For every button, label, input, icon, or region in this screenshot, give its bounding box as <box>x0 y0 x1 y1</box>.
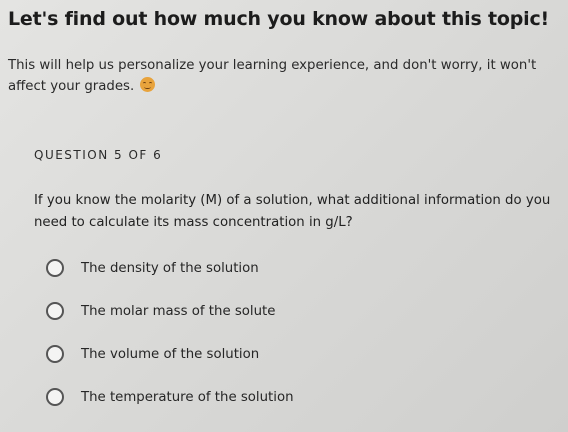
answer-option-density[interactable]: The density of the solution <box>46 257 259 279</box>
answer-option-label: The volume of the solution <box>81 346 260 362</box>
radio-button[interactable] <box>46 302 64 320</box>
grinning-face-icon <box>140 77 156 92</box>
answer-option-temperature[interactable]: The temperature of the solution <box>46 386 294 408</box>
page-title: Let's find out how much you know about t… <box>8 8 549 30</box>
answer-option-label: The temperature of the solution <box>81 389 294 405</box>
quiz-page: Let's find out how much you know about t… <box>0 0 568 432</box>
intro-text: This will help us personalize your learn… <box>8 58 537 94</box>
radio-button[interactable] <box>46 388 64 406</box>
answer-option-volume[interactable]: The volume of the solution <box>46 343 259 365</box>
question-counter: QUESTION 5 OF 6 <box>34 148 163 162</box>
answer-option-label: The density of the solution <box>81 260 259 276</box>
question-text: If you know the molarity (M) of a soluti… <box>34 193 551 230</box>
answer-option-molar-mass[interactable]: The molar mass of the solute <box>46 300 275 322</box>
radio-button[interactable] <box>46 259 64 277</box>
radio-button[interactable] <box>46 345 64 363</box>
answer-option-label: The molar mass of the solute <box>81 303 276 319</box>
intro-text-block: This will help us personalize your learn… <box>8 55 564 97</box>
